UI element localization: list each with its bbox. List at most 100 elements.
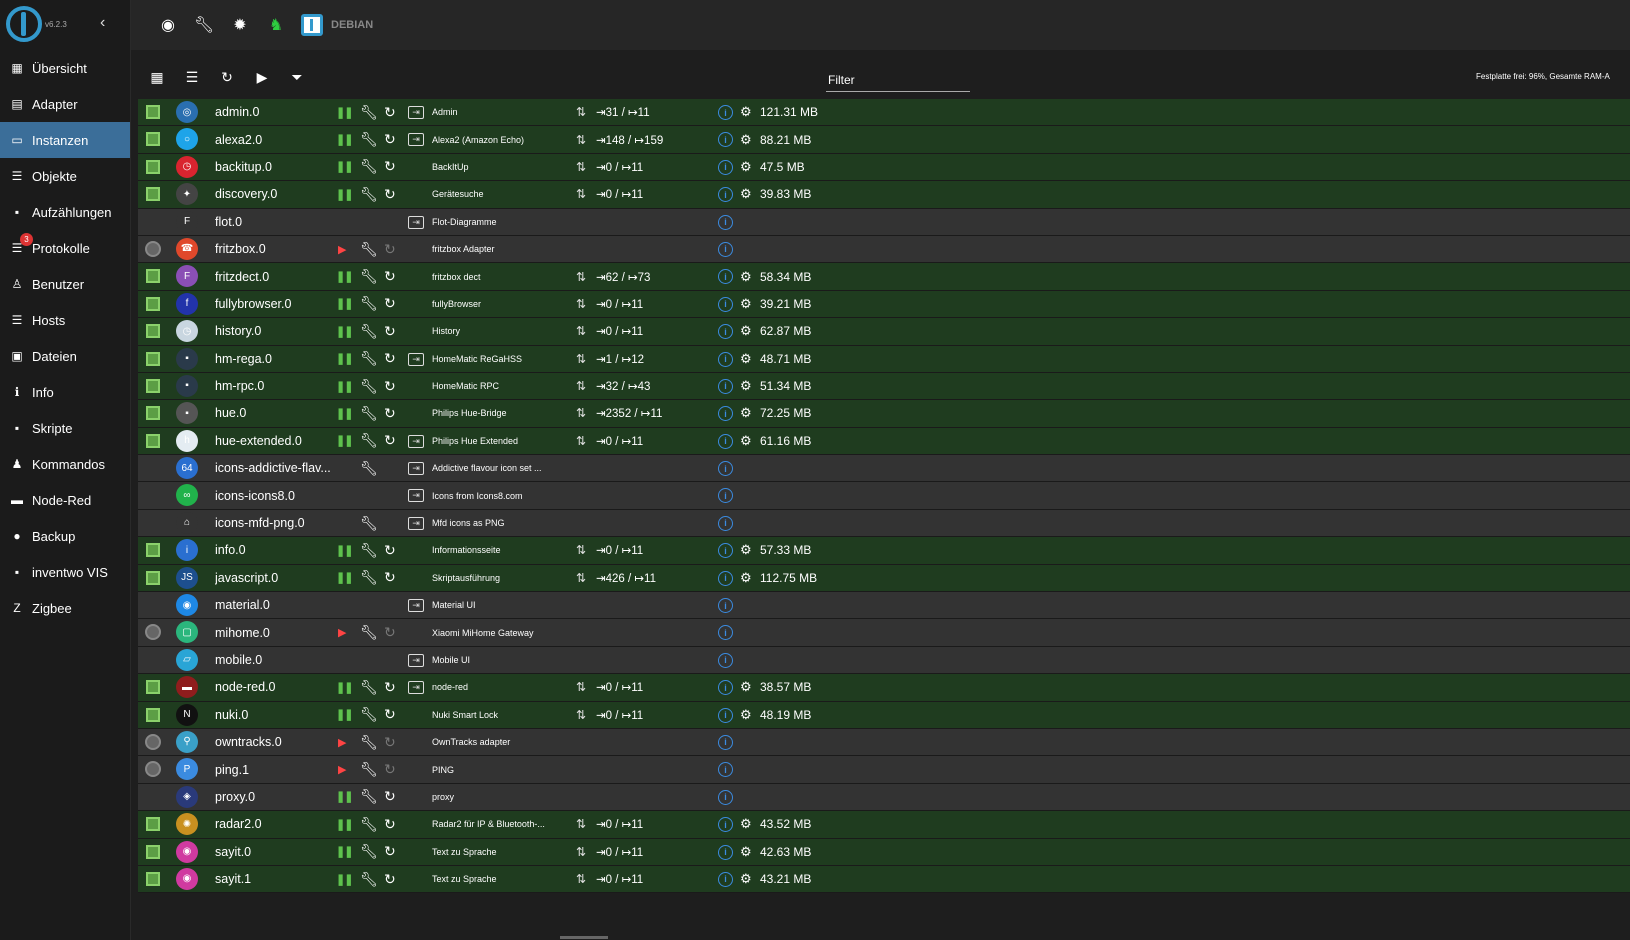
start-icon[interactable]: ▶ xyxy=(338,756,346,782)
pause-icon[interactable]: ❚❚ xyxy=(336,99,353,125)
pause-icon[interactable]: ❚❚ xyxy=(336,291,353,317)
info-icon[interactable]: i xyxy=(718,324,733,340)
info-icon[interactable]: i xyxy=(718,734,733,750)
info-icon[interactable]: i xyxy=(718,132,733,148)
pause-icon[interactable]: ❚❚ xyxy=(336,702,353,728)
sidebar-item-adapter[interactable]: ▤ Adapter xyxy=(0,86,130,122)
info-icon[interactable]: i xyxy=(718,488,733,504)
info-icon[interactable]: i xyxy=(718,269,733,285)
sidebar-item-aufzählungen[interactable]: ▪ Aufzählungen xyxy=(0,194,130,230)
info-icon[interactable]: i xyxy=(718,707,733,723)
sidebar-item-übersicht[interactable]: ▦ Übersicht xyxy=(0,50,130,86)
settings-wrench-icon[interactable]: 🔧︎ xyxy=(360,291,378,317)
restart-icon[interactable]: ↻ xyxy=(384,346,396,372)
start-icon[interactable]: ▶ xyxy=(338,729,346,755)
pause-icon[interactable]: ❚❚ xyxy=(336,400,353,426)
grid-view-icon[interactable]: ▦ xyxy=(146,66,168,88)
pause-icon[interactable]: ❚❚ xyxy=(336,263,353,289)
status-running-indicator[interactable] xyxy=(146,159,160,174)
list-view-icon[interactable]: ☰ xyxy=(181,66,203,88)
info-icon[interactable]: i xyxy=(718,241,733,257)
info-icon[interactable]: i xyxy=(718,598,733,614)
status-running-indicator[interactable] xyxy=(146,187,160,202)
sidebar-item-info[interactable]: ℹ Info xyxy=(0,374,130,410)
status-stopped-indicator[interactable] xyxy=(145,240,161,257)
status-running-indicator[interactable] xyxy=(146,269,160,284)
restart-icon[interactable]: ↻ xyxy=(384,126,396,152)
status-running-indicator[interactable] xyxy=(146,680,160,695)
status-running-indicator[interactable] xyxy=(146,132,160,147)
restart-icon[interactable]: ↻ xyxy=(384,154,396,180)
start-icon[interactable]: ▶ xyxy=(338,619,346,645)
filter-input[interactable] xyxy=(826,68,970,91)
restart-icon[interactable]: ↻ xyxy=(384,784,396,810)
settings-wrench-icon[interactable]: 🔧︎ xyxy=(360,346,378,372)
open-web-icon[interactable]: ⇥ xyxy=(408,653,424,667)
settings-wrench-icon[interactable]: 🔧︎ xyxy=(360,181,378,207)
status-running-indicator[interactable] xyxy=(146,707,160,722)
settings-wrench-icon[interactable]: 🔧︎ xyxy=(360,126,378,152)
expert-mode-icon[interactable]: ♞ xyxy=(265,14,287,36)
open-web-icon[interactable]: ⇥ xyxy=(408,133,424,147)
horizontal-scrollbar[interactable] xyxy=(560,936,608,939)
pause-icon[interactable]: ❚❚ xyxy=(336,318,353,344)
open-web-icon[interactable]: ⇥ xyxy=(408,489,424,503)
settings-wrench-icon[interactable]: 🔧︎ xyxy=(360,619,378,645)
status-running-indicator[interactable] xyxy=(146,296,160,311)
sidebar-item-objekte[interactable]: ☰ Objekte xyxy=(0,158,130,194)
sidebar-item-skripte[interactable]: ▪ Skripte xyxy=(0,410,130,446)
restart-icon[interactable]: ↻ xyxy=(384,400,396,426)
restart-icon[interactable]: ↻ xyxy=(384,291,396,317)
pause-icon[interactable]: ❚❚ xyxy=(336,811,353,837)
settings-wrench-icon[interactable]: 🔧︎ xyxy=(360,318,378,344)
info-icon[interactable]: i xyxy=(718,871,733,887)
pause-icon[interactable]: ❚❚ xyxy=(336,674,353,700)
pause-icon[interactable]: ❚❚ xyxy=(336,428,353,454)
settings-wrench-icon[interactable]: 🔧︎ xyxy=(360,154,378,180)
restart-icon[interactable]: ↻ xyxy=(384,565,396,591)
pause-icon[interactable]: ❚❚ xyxy=(336,866,353,892)
play-icon[interactable]: ▶ xyxy=(251,66,273,88)
sidebar-item-benutzer[interactable]: ♙ Benutzer xyxy=(0,266,130,302)
info-icon[interactable]: i xyxy=(718,351,733,367)
status-stopped-indicator[interactable] xyxy=(145,761,161,778)
info-icon[interactable]: i xyxy=(718,652,733,668)
pause-icon[interactable]: ❚❚ xyxy=(336,839,353,865)
settings-wrench-icon[interactable]: 🔧︎ xyxy=(360,839,378,865)
status-running-indicator[interactable] xyxy=(146,817,160,832)
restart-icon[interactable]: ↻ xyxy=(384,811,396,837)
info-icon[interactable]: i xyxy=(718,378,733,394)
info-icon[interactable]: i xyxy=(718,515,733,531)
settings-wrench-icon[interactable]: 🔧︎ xyxy=(360,702,378,728)
status-running-indicator[interactable] xyxy=(146,406,160,421)
open-web-icon[interactable]: ⇥ xyxy=(408,516,424,530)
status-stopped-indicator[interactable] xyxy=(145,733,161,750)
pause-icon[interactable]: ❚❚ xyxy=(336,537,353,563)
open-web-icon[interactable]: ⇥ xyxy=(408,215,424,229)
info-icon[interactable]: i xyxy=(718,789,733,805)
pause-icon[interactable]: ❚❚ xyxy=(336,346,353,372)
sidebar-item-inventwo-vis[interactable]: ▪ inventwo VIS xyxy=(0,554,130,590)
status-running-indicator[interactable] xyxy=(146,871,160,886)
collapse-menu-icon[interactable]: ‹ xyxy=(100,14,105,32)
start-icon[interactable]: ▶ xyxy=(338,236,346,262)
sidebar-item-node-red[interactable]: ▬ Node-Red xyxy=(0,482,130,518)
settings-wrench-icon[interactable]: 🔧︎ xyxy=(360,263,378,289)
settings-icon[interactable]: ✹ xyxy=(229,14,251,36)
info-icon[interactable]: i xyxy=(718,817,733,833)
open-web-icon[interactable]: ⇥ xyxy=(408,599,424,613)
settings-wrench-icon[interactable]: 🔧︎ xyxy=(360,565,378,591)
sidebar-item-instanzen[interactable]: ▭ Instanzen xyxy=(0,122,130,158)
status-running-indicator[interactable] xyxy=(146,324,160,339)
refresh-icon[interactable]: ↻ xyxy=(216,66,238,88)
settings-wrench-icon[interactable]: 🔧︎ xyxy=(360,510,378,536)
restart-icon[interactable]: ↻ xyxy=(384,866,396,892)
info-icon[interactable]: i xyxy=(718,680,733,696)
settings-wrench-icon[interactable]: 🔧︎ xyxy=(360,428,378,454)
info-icon[interactable]: i xyxy=(718,214,733,230)
status-running-indicator[interactable] xyxy=(146,351,160,366)
restart-icon[interactable]: ↻ xyxy=(384,236,396,262)
pause-icon[interactable]: ❚❚ xyxy=(336,565,353,591)
settings-wrench-icon[interactable]: 🔧︎ xyxy=(360,400,378,426)
info-icon[interactable]: i xyxy=(718,187,733,203)
